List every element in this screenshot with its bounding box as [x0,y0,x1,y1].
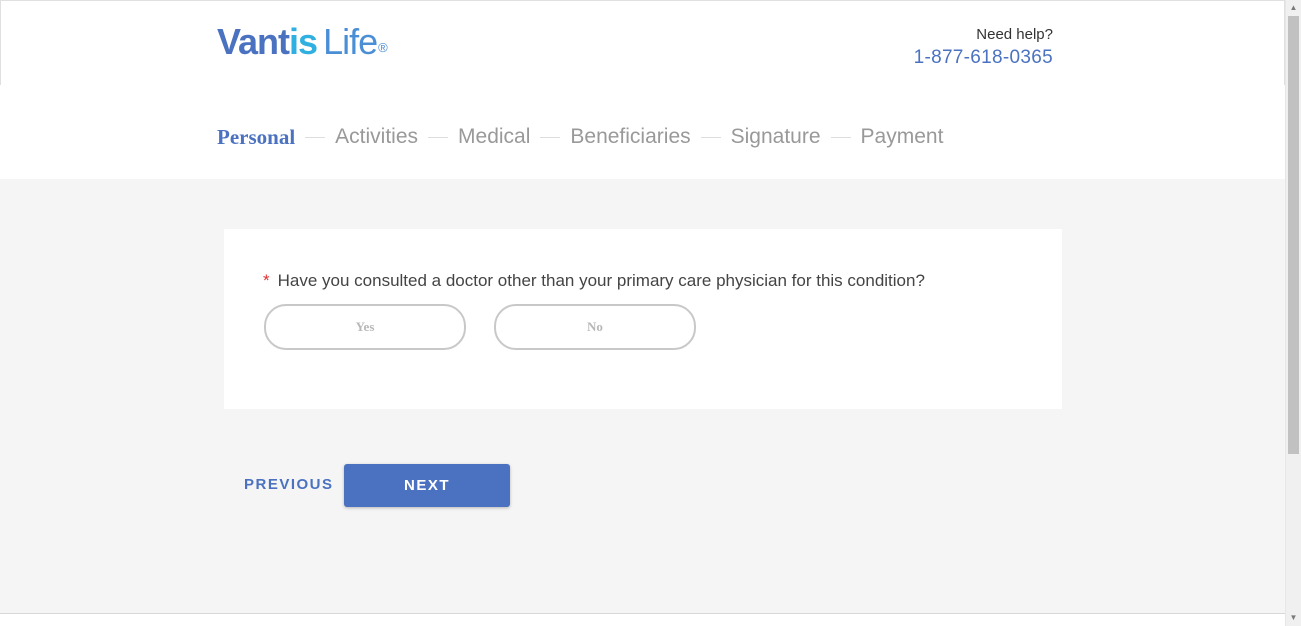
yes-button[interactable]: Yes [264,304,466,350]
scrollbar-thumb[interactable] [1288,16,1299,454]
scroll-up-arrow-icon[interactable]: ▲ [1286,0,1301,16]
step-separator [830,136,851,138]
next-button[interactable]: NEXT [344,464,510,507]
logo-registered-mark: ® [378,40,388,55]
help-label: Need help? [976,26,1053,43]
header-border-left [0,0,1,85]
question-text: * Have you consulted a doctor other than … [263,270,925,292]
logo-brand-part2: is [289,21,318,62]
question-label: Have you consulted a doctor other than y… [277,271,925,290]
step-separator [428,136,449,138]
help-phone-link[interactable]: 1-877-618-0365 [914,45,1053,71]
step-payment[interactable]: Payment [861,122,944,152]
scroll-down-arrow-icon[interactable]: ▼ [1286,610,1301,626]
previous-button[interactable]: PREVIOUS [244,476,334,494]
question-card: * Have you consulted a doctor other than … [224,229,1062,409]
logo-life: Life [323,21,378,62]
step-activities[interactable]: Activities [335,122,418,152]
logo-brand-part1: Vant [217,21,290,62]
required-marker: * [263,271,270,290]
help-contact: Need help? 1-877-618-0365 [914,25,1053,71]
footer-strip [0,614,1285,626]
step-separator [305,136,326,138]
vantis-life-logo[interactable]: Vantis Life® [217,21,388,62]
page: Vantis Life® Need help? 1-877-618-0365 Pe… [0,0,1301,626]
vertical-scrollbar[interactable]: ▲ ▼ [1285,0,1301,626]
step-separator [700,136,721,138]
step-signature[interactable]: Signature [731,122,821,152]
step-separator [540,136,561,138]
header-border [0,0,1285,1]
no-button[interactable]: No [494,304,696,350]
step-medical[interactable]: Medical [458,122,530,152]
step-personal[interactable]: Personal [217,122,295,152]
progress-steps: Personal Activities Medical Beneficiarie… [217,122,943,152]
step-beneficiaries[interactable]: Beneficiaries [570,122,690,152]
header: Vantis Life® Need help? 1-877-618-0365 Pe… [0,0,1285,179]
